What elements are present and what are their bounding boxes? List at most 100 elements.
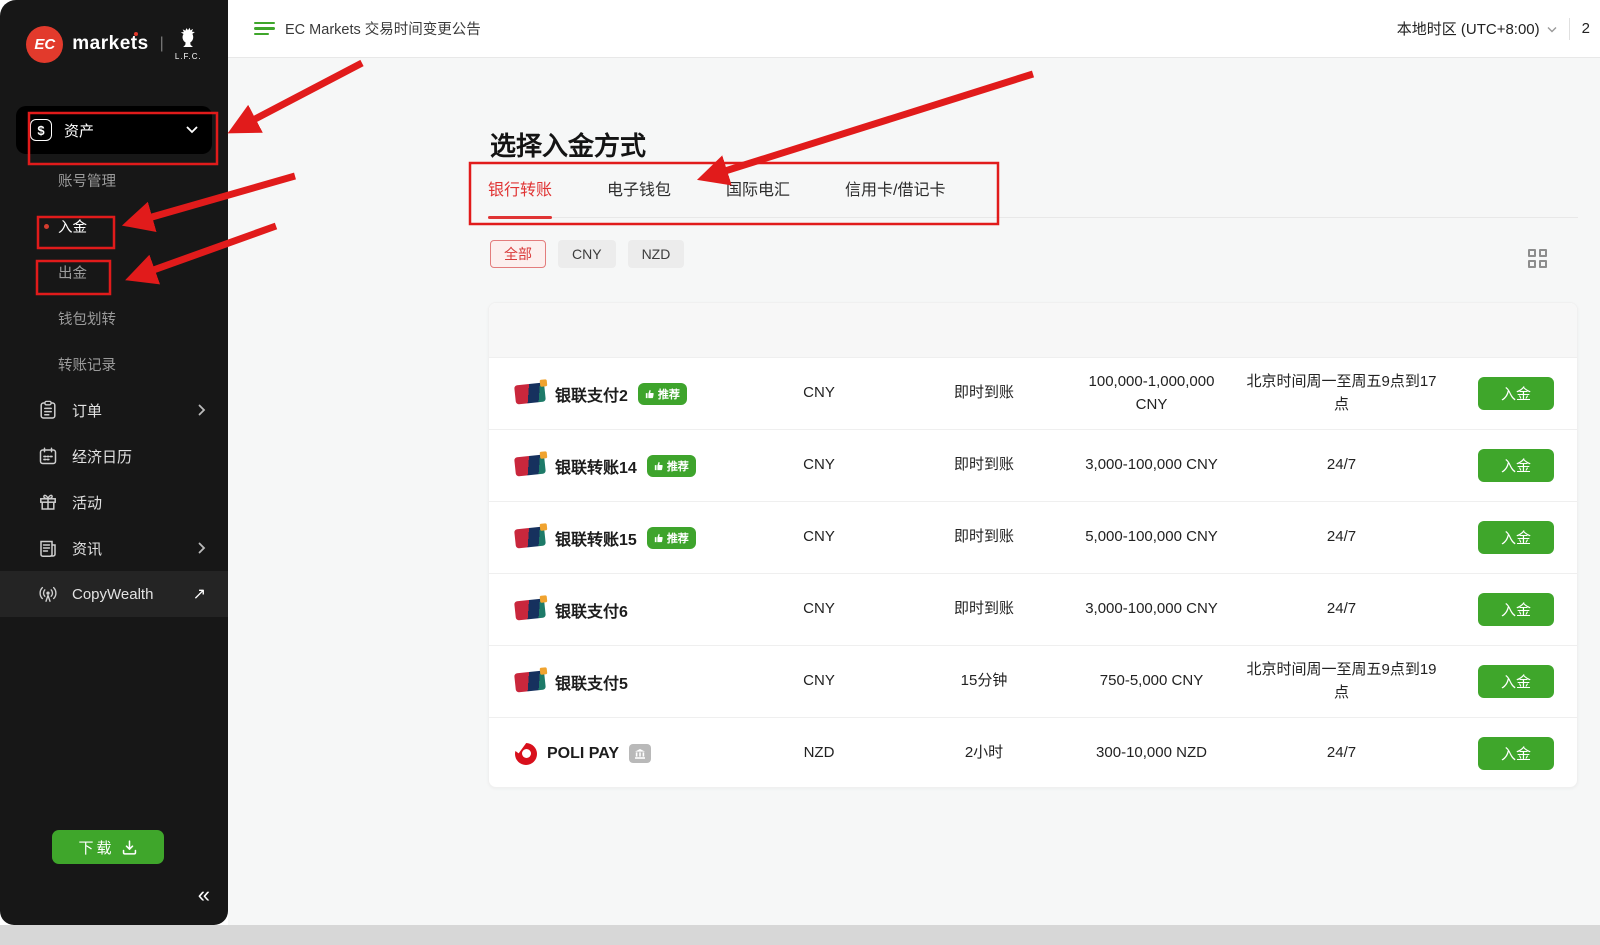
table-row: POLI PAY NZD 2小时 300-10,000 NZD 24/7 入金 bbox=[489, 717, 1577, 788]
channel-cell: 银联转账14 推荐 bbox=[489, 454, 739, 478]
sidebar-menu-item[interactable]: CopyWealth ↗ bbox=[0, 571, 228, 617]
deposit-method-tab[interactable]: 信用卡/借记卡 bbox=[845, 171, 945, 217]
sidebar-menu-item[interactable]: 资讯 bbox=[0, 525, 228, 571]
sidebar-menu-item[interactable]: 活动 bbox=[0, 479, 228, 525]
liver-bird-icon bbox=[176, 27, 200, 51]
grid-view-icon[interactable] bbox=[1528, 249, 1547, 268]
thumbs-up-icon bbox=[654, 461, 664, 471]
deposit-button[interactable]: 入金 bbox=[1478, 737, 1554, 770]
channel-cell: POLI PAY bbox=[489, 743, 739, 765]
processing-time-cell: 24/7 bbox=[1327, 598, 1356, 621]
topbar-divider bbox=[1569, 18, 1570, 40]
deposit-button[interactable]: 入金 bbox=[1478, 377, 1554, 410]
currency-filters: 全部 CNY NZD bbox=[490, 240, 684, 268]
sidebar-menu-item[interactable]: 订单 bbox=[0, 387, 228, 433]
limit-cell: 100,000-1,000,000 CNY bbox=[1084, 371, 1219, 416]
table-row: 银联转账15 推荐 CNY 即时到账 5,000-100,000 CNY 24/… bbox=[489, 501, 1577, 573]
currency-cell: NZD bbox=[804, 742, 835, 765]
deposit-channels-card: 银联支付2 推荐 CNY 即时到账 100,000-1,000,000 CNY … bbox=[488, 302, 1578, 788]
download-button[interactable]: 下载 bbox=[52, 830, 164, 864]
sidebar-submenu-item[interactable]: 钱包划转 bbox=[0, 295, 228, 341]
deposit-button[interactable]: 入金 bbox=[1478, 665, 1554, 698]
recommended-badge: 推荐 bbox=[638, 383, 687, 405]
sidebar-item-assets[interactable]: $ 资产 bbox=[16, 106, 212, 154]
currency-filter-chip[interactable]: 全部 bbox=[490, 240, 546, 268]
broadcast-icon bbox=[38, 584, 58, 604]
arrival-time-cell: 即时到账 bbox=[954, 598, 1014, 621]
lfc-logo: L.F.C. bbox=[175, 27, 202, 61]
currency-filter-chip[interactable]: CNY bbox=[558, 240, 616, 268]
active-tab-underline bbox=[488, 216, 552, 219]
ec-logo-icon: EC bbox=[26, 26, 63, 63]
processing-time-cell: 北京时间周一至周五9点到17点 bbox=[1239, 371, 1444, 416]
deposit-button[interactable]: 入金 bbox=[1478, 521, 1554, 554]
unionpay-logo-icon bbox=[514, 382, 546, 404]
channel-name: 银联支付5 bbox=[555, 670, 628, 694]
thumbs-up-icon bbox=[645, 389, 655, 399]
page-title: 选择入金方式 bbox=[490, 126, 646, 163]
currency-filter-chip[interactable]: NZD bbox=[628, 240, 685, 268]
sidebar-submenu-item[interactable]: 出金 bbox=[0, 249, 228, 295]
table-header-row bbox=[489, 303, 1577, 357]
currency-cell: CNY bbox=[803, 454, 835, 477]
table-row: 银联支付2 推荐 CNY 即时到账 100,000-1,000,000 CNY … bbox=[489, 357, 1577, 429]
arrival-time-cell: 2小时 bbox=[965, 742, 1003, 765]
chip-label: CNY bbox=[572, 246, 602, 262]
active-dot bbox=[44, 224, 49, 229]
arrival-time-cell: 即时到账 bbox=[954, 382, 1014, 405]
menu-label: 经济日历 bbox=[72, 446, 206, 467]
announcement-bar[interactable]: EC Markets 交易时间变更公告 bbox=[254, 18, 481, 39]
recommended-label: 推荐 bbox=[667, 458, 689, 474]
dollar-icon: $ bbox=[30, 119, 52, 141]
currency-cell: CNY bbox=[803, 526, 835, 549]
recommended-badge: 推荐 bbox=[647, 527, 696, 549]
limit-cell: 3,000-100,000 CNY bbox=[1085, 598, 1218, 621]
unionpay-logo-icon bbox=[514, 670, 546, 692]
limit-cell: 3,000-100,000 CNY bbox=[1085, 454, 1218, 477]
deposit-button[interactable]: 入金 bbox=[1478, 449, 1554, 482]
sidebar: EC markets | L.F.C. $ 资产 账号管理 bbox=[0, 0, 228, 925]
submenu-label: 出金 bbox=[58, 262, 87, 283]
deposit-method-tab[interactable]: 国际电汇 bbox=[726, 171, 790, 217]
unionpay-logo-icon bbox=[514, 526, 546, 548]
channel-name: 银联支付2 bbox=[555, 382, 628, 406]
deposit-method-tab[interactable]: 电子钱包 bbox=[607, 171, 671, 217]
assets-submenu: 账号管理 入金 出金 钱包划转 转账记录 bbox=[0, 157, 228, 387]
table-row: 银联支付5 CNY 15分钟 750-5,000 CNY 北京时间周一至周五9点… bbox=[489, 645, 1577, 717]
lfc-caption: L.F.C. bbox=[175, 52, 202, 61]
sidebar-submenu-item[interactable]: 入金 bbox=[0, 203, 228, 249]
table-row: 银联转账14 推荐 CNY 即时到账 3,000-100,000 CNY 24/… bbox=[489, 429, 1577, 501]
channel-name: 银联支付6 bbox=[555, 598, 628, 622]
external-link-icon: ↗ bbox=[193, 584, 206, 604]
brand-markets-label: markets bbox=[72, 33, 148, 55]
menu-label: 资讯 bbox=[72, 538, 184, 559]
currency-cell: CNY bbox=[803, 382, 835, 405]
thumbs-up-icon bbox=[654, 533, 664, 543]
processing-time-cell: 北京时间周一至周五9点到19点 bbox=[1239, 659, 1444, 704]
topbar-right: 本地时区 (UTC+8:00) 2 bbox=[1397, 18, 1590, 40]
channel-name: 银联转账14 bbox=[555, 454, 637, 478]
sidebar-submenu-item[interactable]: 账号管理 bbox=[0, 157, 228, 203]
sidebar-menu: 订单 经济日历 活动 资讯 bbox=[0, 387, 228, 617]
chip-label: 全部 bbox=[504, 244, 532, 264]
clipboard-icon bbox=[38, 400, 58, 420]
currency-cell: CNY bbox=[803, 598, 835, 621]
collapse-sidebar-icon[interactable]: « bbox=[198, 882, 210, 908]
poli-logo-icon bbox=[515, 743, 537, 765]
announcement-lines-icon bbox=[254, 19, 275, 39]
chevron-right-icon bbox=[198, 542, 206, 554]
main-content: 选择入金方式 银行转账 电子钱包 国际电汇 信用卡/借记卡 全部 CNY NZD bbox=[228, 58, 1600, 925]
tab-label: 国际电汇 bbox=[726, 182, 790, 199]
topbar: EC Markets 交易时间变更公告 本地时区 (UTC+8:00) 2 bbox=[228, 0, 1600, 58]
timezone-selector[interactable]: 本地时区 (UTC+8:00) bbox=[1397, 18, 1557, 39]
sidebar-nav: $ 资产 账号管理 入金 出金 钱包划转 bbox=[0, 106, 228, 617]
deposit-button[interactable]: 入金 bbox=[1478, 593, 1554, 626]
chevron-right-icon bbox=[198, 404, 206, 416]
processing-time-cell: 24/7 bbox=[1327, 526, 1356, 549]
channel-cell: 银联支付6 bbox=[489, 598, 739, 622]
unionpay-logo-icon bbox=[514, 598, 546, 620]
calendar-icon bbox=[38, 446, 58, 466]
deposit-method-tab[interactable]: 银行转账 bbox=[488, 171, 552, 217]
sidebar-menu-item[interactable]: 经济日历 bbox=[0, 433, 228, 479]
sidebar-submenu-item[interactable]: 转账记录 bbox=[0, 341, 228, 387]
